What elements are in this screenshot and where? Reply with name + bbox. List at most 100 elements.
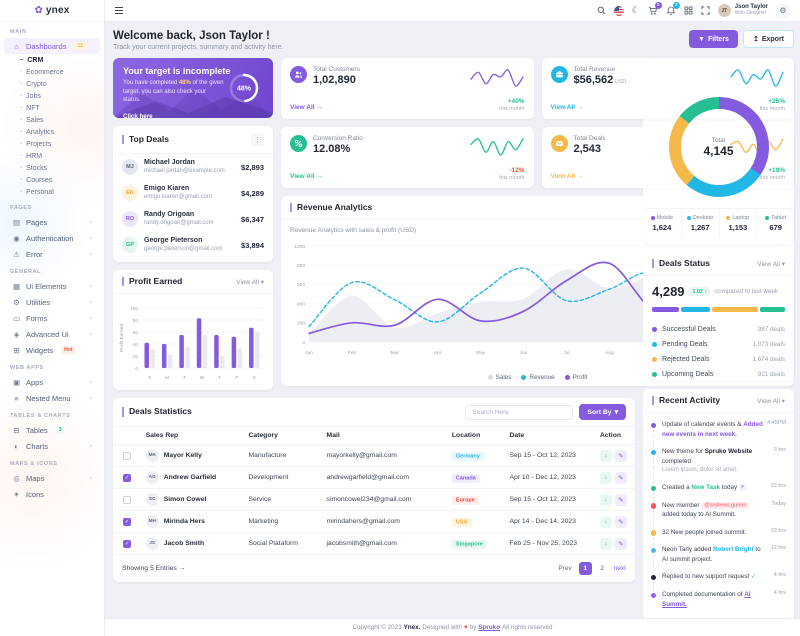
sidebar-item-dashboards[interactable]: ⌂ Dashboards 12: [4, 38, 100, 54]
sidebar-item-apps[interactable]: ▣ Apps ›: [4, 374, 100, 390]
top-deal-row[interactable]: RO Randy Origoan randy.origoan@gmail.com $6…: [113, 206, 273, 232]
column-header[interactable]: Mail: [320, 427, 446, 445]
legend-item-profit[interactable]: Profit: [564, 374, 587, 381]
svg-text:200: 200: [297, 321, 305, 327]
sidebar-item-ui-elements[interactable]: ▦ Ui Elements ›: [4, 278, 100, 294]
column-header[interactable]: Action: [593, 427, 635, 445]
activity-highlight[interactable]: New Task: [691, 484, 720, 491]
edit-pencil-icon[interactable]: ✎: [614, 515, 627, 528]
authentication-icon: ◉: [13, 233, 20, 243]
sidebar-subitem-personal[interactable]: ◦ Personal: [0, 186, 104, 198]
stat-view-all-link[interactable]: View All →: [290, 104, 323, 111]
top-deal-row[interactable]: EK Emigo Kiaren emigo.kiaren@gmail.com $4,2…: [113, 180, 273, 206]
column-header[interactable]: Date: [503, 427, 594, 445]
download-icon[interactable]: ↓: [599, 471, 612, 484]
column-header[interactable]: Sales Rep: [139, 427, 243, 445]
edit-pencil-icon[interactable]: ✎: [614, 449, 627, 462]
pagination-next[interactable]: next: [614, 565, 626, 572]
top-deal-row[interactable]: MJ Michael Jordan michael.jordan@example.c…: [113, 154, 273, 180]
sidebar-subitem-crm[interactable]: – CRM: [0, 54, 104, 66]
fullscreen-icon[interactable]: [701, 6, 710, 15]
dark-mode-moon-icon[interactable]: ☾: [632, 6, 640, 15]
target-click-here-link[interactable]: Click here: [123, 113, 153, 118]
apps-grid-icon[interactable]: [684, 6, 693, 15]
activity-highlight[interactable]: @andrews.gurero: [701, 502, 750, 510]
sidebar-subitem-jobs[interactable]: ◦ Jobs: [0, 90, 104, 102]
sidebar-subitem-analytics[interactable]: ◦ Analytics: [0, 126, 104, 138]
row-checkbox[interactable]: ✓: [123, 539, 131, 548]
hamburger-menu-icon[interactable]: [115, 7, 123, 14]
heart-icon: ♥: [463, 624, 468, 631]
legend-item-revenue[interactable]: Revenue: [521, 374, 555, 381]
footer-vendor-link[interactable]: Spruko: [478, 624, 500, 631]
download-icon[interactable]: ↓: [599, 449, 612, 462]
brand-logo[interactable]: ✿ ynex: [0, 0, 104, 22]
column-header[interactable]: Category: [242, 427, 321, 445]
cart-icon[interactable]: 5: [648, 1, 662, 16]
sidebar-item-widgets[interactable]: ⊞ Widgets Hot: [4, 342, 100, 358]
sidebar-item-maps[interactable]: ◎ Maps ›: [4, 470, 100, 486]
settings-gear-icon[interactable]: ⚙: [776, 3, 790, 18]
row-checkbox[interactable]: [123, 451, 131, 460]
row-checkbox[interactable]: ✓: [123, 517, 131, 526]
sidebar-item-icons[interactable]: ✶ Icons: [4, 486, 100, 502]
row-checkbox[interactable]: ✓: [123, 473, 131, 482]
sidebar-subitem-ecommerce[interactable]: ◦ Ecommerce: [0, 66, 104, 78]
sidebar-item-tables[interactable]: ⊟ Tables 3: [4, 422, 100, 438]
sidebar-item-authentication[interactable]: ◉ Authentication ›: [4, 230, 100, 246]
sidebar-item-advanced-ui[interactable]: ◈ Advanced Ui ›: [4, 326, 100, 342]
sidebar-item-nested-menu[interactable]: ≡ Nested Menu ›: [4, 390, 100, 406]
profit-view-all-dropdown[interactable]: View All ▾: [236, 278, 264, 286]
chevron-right-icon: ›: [89, 298, 92, 306]
download-icon[interactable]: ↓: [599, 515, 612, 528]
pagination-page-1[interactable]: 1: [578, 562, 592, 575]
export-button[interactable]: ↥ Export: [742, 30, 794, 48]
stat-view-all-link[interactable]: View All →: [551, 104, 584, 111]
chevron-right-icon: ›: [89, 234, 92, 242]
sidebar-subitem-hrm[interactable]: ◦ HRM: [0, 150, 104, 162]
sort-by-button[interactable]: Sort By ▾: [579, 404, 626, 420]
sidebar-subitem-stocks[interactable]: ◦ Stocks: [0, 162, 104, 174]
sidebar-item-utilities[interactable]: ⚙ Utilities ›: [4, 294, 100, 310]
search-icon[interactable]: [597, 6, 606, 15]
pagination-prev[interactable]: Prev: [556, 562, 573, 575]
activity-item: Completed documentation of AI Summit. 4 h…: [649, 590, 786, 617]
edit-pencil-icon[interactable]: ✎: [614, 493, 627, 506]
svg-text:F: F: [235, 375, 238, 381]
sidebar-item-error[interactable]: ⚠ Error ›: [4, 246, 100, 262]
column-header[interactable]: Location: [445, 427, 504, 445]
plus-icon[interactable]: +: [738, 484, 746, 491]
activity-view-all-dropdown[interactable]: View All ▾: [757, 397, 785, 405]
edit-pencil-icon[interactable]: ✎: [614, 537, 627, 550]
sidebar-badge: 3: [55, 426, 65, 434]
activity-highlight[interactable]: Spruko Website: [705, 448, 752, 455]
sidebar-item-charts[interactable]: ◐ Charts ›: [4, 438, 100, 454]
edit-pencil-icon[interactable]: ✎: [614, 471, 627, 484]
stat-view-all-link[interactable]: View All →: [290, 173, 323, 180]
download-icon[interactable]: ↓: [599, 493, 612, 506]
sidebar-item-forms[interactable]: ▭ Forms ›: [4, 310, 100, 326]
filters-button[interactable]: ▼ Filters: [689, 30, 738, 48]
sidebar-subitem-projects[interactable]: ◦ Projects: [0, 138, 104, 150]
sidebar-item-pages[interactable]: ▤ Pages ›: [4, 214, 100, 230]
row-checkbox[interactable]: [123, 495, 131, 504]
stat-view-all-link[interactable]: View All →: [551, 173, 584, 180]
user-menu[interactable]: JT Json Taylor Web Designer: [717, 4, 768, 17]
sidebar-subitem-courses[interactable]: ◦ Courses: [0, 174, 104, 186]
language-flag-icon[interactable]: [613, 5, 624, 16]
activity-highlight[interactable]: Added new events in next week.: [662, 421, 763, 437]
activity-highlight[interactable]: Robert Bright: [713, 546, 754, 553]
deals-status-title: Deals Status: [652, 258, 710, 269]
top-deals-options-icon[interactable]: ⋮: [251, 133, 264, 146]
activity-highlight[interactable]: AI Summit.: [662, 591, 751, 607]
notifications-bell-icon[interactable]: 3: [666, 1, 680, 16]
legend-item-sales[interactable]: Sales: [487, 374, 511, 381]
sidebar-subitem-crypto[interactable]: ◦ Crypto: [0, 78, 104, 90]
top-deal-row[interactable]: GP George Pieterson george.pieterson@gmail…: [113, 232, 273, 258]
pagination-page-2[interactable]: 2: [596, 562, 609, 575]
sidebar-subitem-sales[interactable]: ◦ Sales: [0, 114, 104, 126]
search-input[interactable]: [465, 404, 574, 420]
sidebar-subitem-nft[interactable]: ◦ NFT: [0, 102, 104, 114]
download-icon[interactable]: ↓: [599, 537, 612, 550]
deals-status-view-all-dropdown[interactable]: View All ▾: [757, 260, 785, 268]
